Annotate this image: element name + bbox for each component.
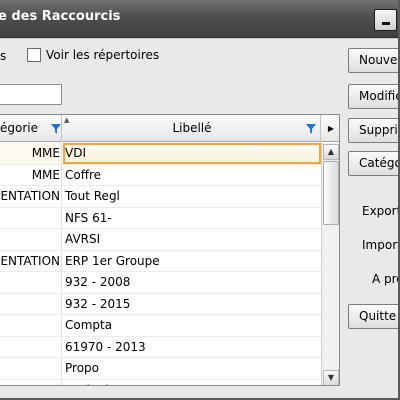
category-cell [0,379,62,385]
table-row[interactable]: AVRSI [0,229,321,251]
category-cell-text: MME [31,167,60,182]
shortcuts-window: e des Raccourcis s Voir les répertoires … [0,0,400,400]
category-cell [0,336,62,358]
about-label[interactable]: A pro [372,272,398,286]
table-row[interactable]: MME Coffre [0,164,321,186]
category-cell [0,229,62,250]
filter-option-label: s [0,49,7,63]
column-header-category-label: égorie [0,121,38,135]
table-row[interactable]: NFS 61- [0,207,321,229]
funnel-icon[interactable] [51,124,61,134]
title-bar[interactable]: e des Raccourcis [0,0,398,38]
libelle-cell: NFS 61- [65,210,112,225]
libelle-cell: Tout Regl [65,189,120,203]
category-cell: ENTATION [0,186,62,207]
table-row[interactable]: 932 - 2015 [0,293,321,315]
window-title: e des Raccourcis [0,9,121,24]
category-cell-text: ENTATION [0,189,60,203]
minimize-icon [382,22,390,25]
table-row[interactable]: ENTATION Tout Regl [0,186,321,208]
column-header-libelle[interactable]: ▲ Libellé [63,115,321,142]
table-row[interactable]: ENTATION ERP 1er Groupe [0,250,321,272]
category-cell [0,207,62,229]
table-header: égorie ▲ Libellé ▶ [0,115,339,142]
column-header-libelle-label: Libellé [172,121,212,135]
scroll-down-icon[interactable]: ▼ [323,370,339,385]
scrollbar-thumb[interactable] [323,161,339,225]
libelle-cell: Propo [65,361,99,375]
libelle-cell: VDI [63,143,321,164]
modify-button[interactable]: Modifie [348,84,398,109]
libelle-cell: AVRSI [65,232,101,246]
column-header-category[interactable]: égorie [0,115,62,142]
table-row[interactable]: 932 - 2008 [0,272,321,294]
table-row[interactable]: Compta [0,315,321,337]
category-cell [0,358,62,379]
delete-button[interactable]: Supprime [348,118,398,143]
category-cell-text: MME [31,146,60,160]
categories-button[interactable]: Catégorie [348,151,398,176]
libelle-cell: 61970 - 2013 [65,339,146,354]
category-cell: MME [0,164,62,186]
scroll-up-icon[interactable]: ▲ [323,144,339,160]
window-content: s Voir les répertoires égorie ▲ Libellé [0,38,398,398]
show-directories-checkbox[interactable] [27,48,41,62]
category-cell [0,315,62,336]
category-cell [0,272,62,293]
export-label[interactable]: Export [362,204,398,218]
libelle-cell: 932 - 2008 [65,275,131,289]
libelle-cell: Ecole du centre [63,380,321,386]
table-row[interactable]: Propo [0,358,321,380]
libelle-cell: ERP 1er Groupe [65,253,160,268]
table-row[interactable]: MME VDI [0,143,321,165]
category-cell-text: ENTATION [0,253,60,268]
libelle-cell: Coffre [65,167,102,182]
libelle-cell: 932 - 2015 [65,296,131,311]
table-row[interactable]: 61970 - 2013 [0,336,321,358]
funnel-icon[interactable] [306,124,316,134]
libelle-cell: Compta [65,318,113,332]
table-body: MME VDI MME Coffre ENTATION Tout Regl NFS 61- A… [0,143,321,386]
category-cell: MME [0,143,62,164]
shortcuts-table: égorie ▲ Libellé ▶ MME VDI MME Coffre ENTATI… [0,114,340,386]
category-cell: ENTATION [0,250,62,272]
arrow-right-icon[interactable]: ▶ [322,115,339,142]
import-label[interactable]: Import [362,238,398,252]
show-directories-label[interactable]: Voir les répertoires [46,48,159,62]
search-input[interactable] [0,84,62,105]
quit-button[interactable]: Quitte [348,304,398,329]
vertical-scrollbar[interactable]: ▲ ▼ [321,143,339,385]
category-cell [0,293,62,315]
table-row[interactable]: Ecole du centre [0,379,321,386]
minimize-button[interactable] [374,9,397,31]
new-button[interactable]: Nouvea [348,48,398,73]
